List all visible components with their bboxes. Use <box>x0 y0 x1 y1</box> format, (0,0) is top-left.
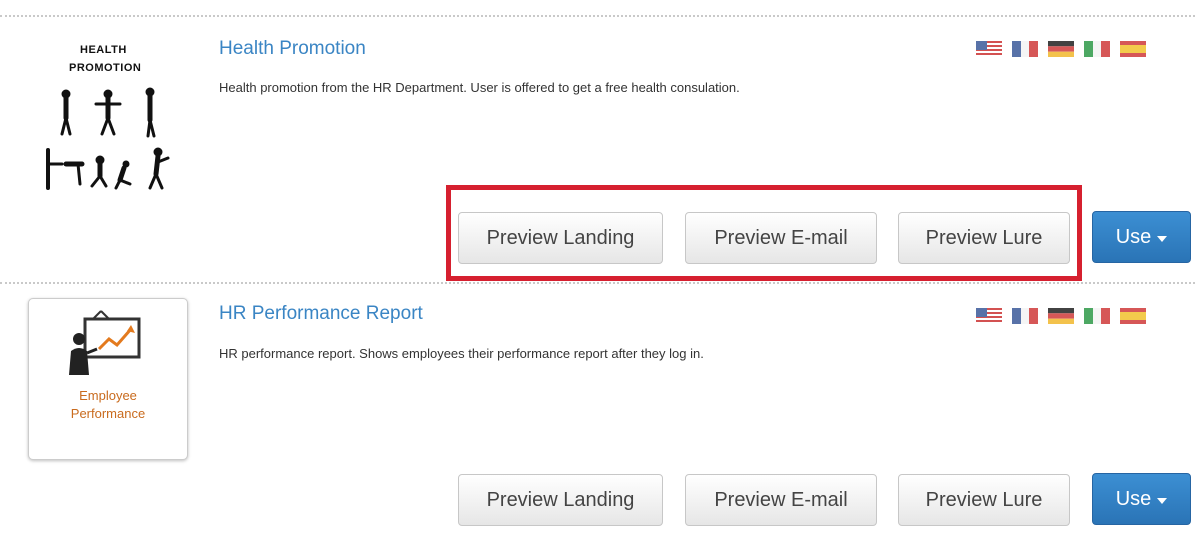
template-title[interactable]: HR Performance Report <box>219 303 423 325</box>
us-flag-icon[interactable] <box>976 308 1002 324</box>
use-button[interactable]: Use <box>1092 211 1191 263</box>
caret-down-icon <box>1157 497 1168 504</box>
employee-performance-thumbnail: Employee Performance <box>28 298 188 460</box>
fr-flag-icon[interactable] <box>1012 308 1038 324</box>
thumbnail-label-line2: Performance <box>70 406 146 421</box>
preview-landing-button[interactable]: Preview Landing <box>458 474 663 526</box>
template-description: Health promotion from the HR Department.… <box>219 80 740 95</box>
thumbnail-title-line2: PROMOTION <box>69 62 142 74</box>
de-flag-icon[interactable] <box>1048 41 1074 57</box>
thumbnail-label-line1: Employee <box>79 388 137 403</box>
language-flags <box>976 308 1146 324</box>
card-divider <box>0 282 1195 284</box>
health-promotion-thumbnail: HEALTH PROMOTION <box>36 36 176 201</box>
language-flags <box>976 41 1146 57</box>
fr-flag-icon[interactable] <box>1012 41 1038 57</box>
template-title[interactable]: Health Promotion <box>219 38 366 60</box>
it-flag-icon[interactable] <box>1084 308 1110 324</box>
exercise-figures-icon <box>46 87 170 190</box>
presentation-chart-icon <box>69 310 141 375</box>
use-button[interactable]: Use <box>1092 473 1191 525</box>
preview-buttons-highlight <box>446 185 1082 281</box>
de-flag-icon[interactable] <box>1048 308 1074 324</box>
preview-email-button[interactable]: Preview E-mail <box>685 474 877 526</box>
use-button-label: Use <box>1115 225 1152 248</box>
us-flag-icon[interactable] <box>976 41 1002 57</box>
es-flag-icon[interactable] <box>1120 308 1146 324</box>
caret-down-icon <box>1157 235 1168 242</box>
use-button-label: Use <box>1115 487 1152 510</box>
template-description: HR performance report. Shows employees t… <box>219 346 704 361</box>
it-flag-icon[interactable] <box>1084 41 1110 57</box>
es-flag-icon[interactable] <box>1120 41 1146 57</box>
preview-lure-button[interactable]: Preview Lure <box>898 474 1070 526</box>
thumbnail-title-line1: HEALTH <box>80 44 127 56</box>
